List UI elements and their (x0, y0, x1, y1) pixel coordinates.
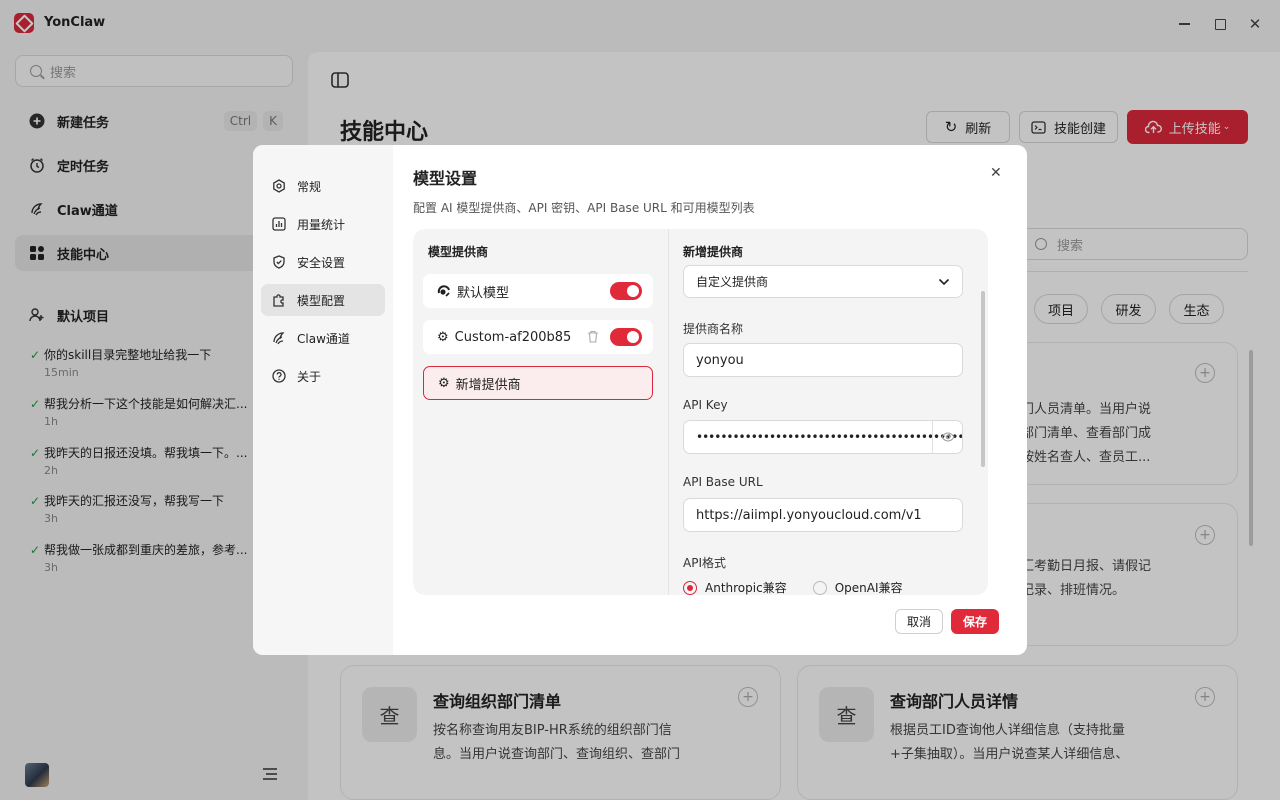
api-key-label: API Key (683, 398, 728, 412)
bar-chart-icon (272, 217, 286, 231)
hexagon-gear-icon (272, 179, 286, 193)
trash-icon[interactable] (587, 330, 599, 343)
panel-divider (668, 229, 669, 595)
radio-label: OpenAI兼容 (834, 581, 903, 595)
provider-item[interactable]: ⚙ Custom-af200b85 (423, 320, 653, 354)
modal-title: 模型设置 (413, 169, 478, 188)
api-key-input[interactable]: ••••••••••••••••••••••••••••••••••••••••… (683, 420, 963, 454)
add-provider-item[interactable]: ⚙ 新增提供商 (423, 366, 653, 400)
provider-type-value: 自定义提供商 (696, 275, 769, 289)
model-icon (437, 284, 451, 298)
menu-item-model[interactable]: 模型配置 (261, 284, 385, 316)
provider-name: 默认模型 (457, 285, 510, 301)
provider-name: 新增提供商 (455, 377, 521, 393)
menu-item-label: 用量统计 (297, 217, 346, 232)
puzzle-icon (272, 293, 286, 307)
api-base-url-label: API Base URL (683, 475, 763, 489)
menu-item-label: 关于 (297, 369, 322, 384)
provider-panel: 模型提供商 默认模型 ⚙ Custom-af200b85 ⚙ 新增提供商 新增提… (413, 229, 988, 595)
providers-heading: 模型提供商 (428, 245, 489, 259)
form-scrollbar[interactable] (981, 291, 985, 467)
claw-icon (272, 331, 286, 345)
provider-name: Custom-af200b85 (454, 329, 572, 345)
help-circle-icon (272, 369, 286, 383)
shield-icon (272, 255, 286, 269)
provider-toggle[interactable] (610, 328, 642, 346)
menu-item-label: 模型配置 (297, 293, 346, 308)
radio-anthropic[interactable] (683, 580, 697, 595)
api-base-url-input[interactable]: https://aiimpl.yonyoucloud.com/v1 (683, 498, 963, 532)
provider-type-select[interactable]: 自定义提供商 (683, 265, 963, 298)
menu-item-general[interactable]: 常规 (261, 170, 385, 202)
form-heading: 新增提供商 (683, 245, 744, 259)
menu-item-label: 常规 (297, 179, 322, 194)
gear-icon: ⚙ (437, 329, 449, 345)
menu-item-usage[interactable]: 用量统计 (261, 208, 385, 240)
radio-label: Anthropic兼容 (705, 581, 787, 595)
api-key-value: ••••••••••••••••••••••••••••••••••••••••… (696, 430, 963, 444)
provider-name-label: 提供商名称 (683, 322, 744, 336)
provider-toggle[interactable] (610, 282, 642, 300)
cancel-button[interactable]: 取消 (895, 609, 943, 634)
provider-item[interactable]: 默认模型 (423, 274, 653, 308)
eye-icon[interactable] (932, 421, 962, 453)
menu-item-security[interactable]: 安全设置 (261, 246, 385, 278)
menu-item-label: 安全设置 (297, 255, 346, 270)
modal-close-icon[interactable]: ✕ (990, 165, 1002, 181)
api-format-label: API格式 (683, 556, 726, 570)
provider-name-input[interactable]: yonyou (683, 343, 963, 377)
save-button[interactable]: 保存 (951, 609, 999, 634)
settings-modal: 常规 用量统计 安全设置 模型配置 Claw通道 关于 模型设置 配置 AI 模… (253, 145, 1027, 655)
radio-openai[interactable] (812, 580, 827, 595)
menu-item-about[interactable]: 关于 (261, 360, 385, 392)
menu-item-claw[interactable]: Claw通道 (261, 322, 385, 354)
gear-icon: ⚙ (438, 375, 450, 391)
modal-subtitle: 配置 AI 模型提供商、API 密钥、API Base URL 和可用模型列表 (413, 201, 755, 215)
chevron-down-icon (938, 278, 950, 286)
menu-item-label: Claw通道 (297, 331, 350, 346)
api-format-radio-group: Anthropic兼容 OpenAI兼容 (683, 579, 903, 596)
